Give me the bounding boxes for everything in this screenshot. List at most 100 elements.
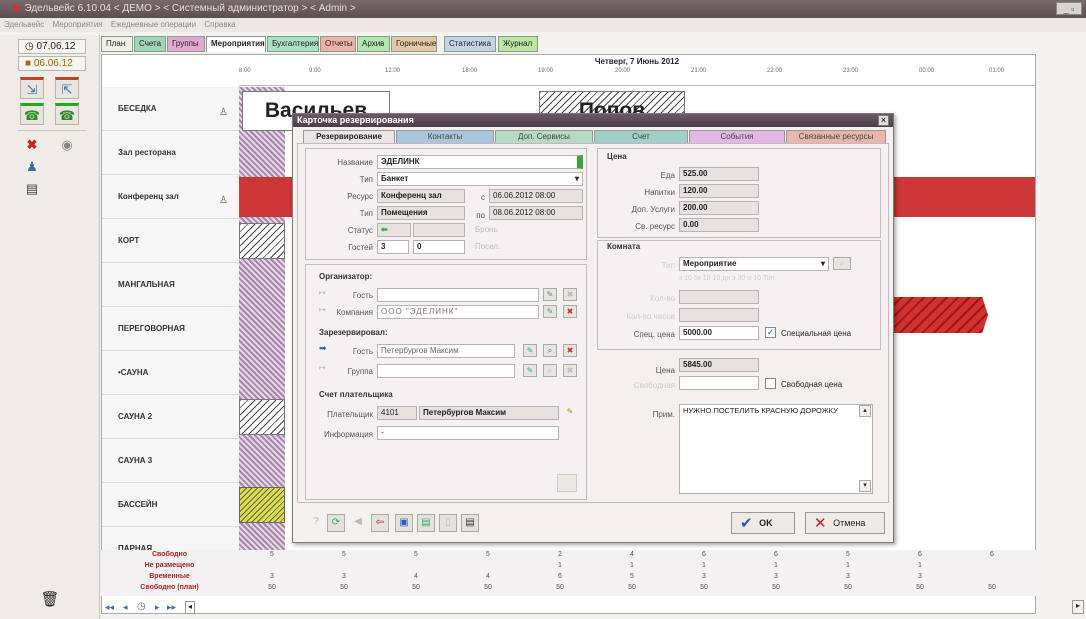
row-label[interactable]: ПАРНАЯ bbox=[102, 527, 239, 553]
reserved-guest-field[interactable]: Петербургов Максим bbox=[377, 344, 515, 358]
back-icon[interactable]: ◀ bbox=[349, 514, 367, 532]
event-pool[interactable] bbox=[239, 487, 285, 523]
guests-children-stepper[interactable]: 0 bbox=[413, 240, 465, 254]
close-icon[interactable]: × bbox=[878, 115, 889, 126]
help-icon[interactable]: ? bbox=[307, 514, 325, 532]
folder-icon[interactable]: ✎ bbox=[563, 406, 577, 419]
checkin-button[interactable]: Посел. bbox=[475, 242, 500, 251]
delete-icon[interactable]: ✖ bbox=[563, 288, 577, 301]
tab-journal[interactable]: Журнал bbox=[498, 36, 538, 52]
ok-button[interactable]: ✔ OK bbox=[731, 512, 795, 534]
row-label[interactable]: •САУНА bbox=[102, 351, 239, 395]
tab-archive[interactable]: Архив bbox=[357, 36, 390, 52]
business-date[interactable]: ■ 06.06.12 bbox=[18, 56, 86, 71]
scroll-down-icon[interactable]: ▾ bbox=[859, 480, 871, 492]
print-button[interactable]: ▤ bbox=[20, 179, 44, 201]
row-label[interactable]: САУНА 2 bbox=[102, 395, 239, 439]
status-field[interactable]: ⬅ bbox=[377, 223, 411, 237]
dialog-tab-events[interactable]: События bbox=[689, 130, 785, 143]
phone-button[interactable]: ☎ bbox=[20, 103, 44, 125]
last-icon[interactable]: ▸▸ bbox=[167, 602, 176, 613]
info-field[interactable]: - bbox=[377, 426, 559, 440]
payer-id-field[interactable]: 4101 bbox=[377, 406, 417, 420]
row-label[interactable]: БАССЕЙН bbox=[102, 483, 239, 527]
phone-list-button[interactable]: ☎ bbox=[55, 103, 79, 125]
special-price-checkbox[interactable]: ✓ bbox=[765, 327, 776, 338]
tab-accounting[interactable]: Бухгалтерия bbox=[267, 36, 319, 52]
kind-field[interactable]: Помещения bbox=[377, 206, 465, 220]
event-sauna2[interactable] bbox=[239, 399, 285, 435]
event-meeting-room[interactable] bbox=[892, 297, 988, 333]
free-price-checkbox[interactable] bbox=[765, 378, 776, 389]
search-icon[interactable]: ⌕ bbox=[543, 364, 557, 377]
delete-icon[interactable]: ✖ bbox=[563, 305, 577, 318]
date-to-field[interactable]: 08.06.2012 08:00 bbox=[489, 206, 583, 220]
tab-plan[interactable]: План bbox=[101, 36, 133, 52]
dialog-tab-resources[interactable]: Связанные ресурсы bbox=[786, 130, 886, 143]
printer-icon[interactable]: ▤ bbox=[461, 514, 479, 532]
copy-icon[interactable]: ▤ bbox=[417, 514, 435, 532]
room-type-select[interactable]: Мероприятие ▾ bbox=[679, 257, 829, 271]
window-controls[interactable]: _ ▫ bbox=[1056, 2, 1082, 15]
date-from-field[interactable]: 06.06.2012 08:00 bbox=[489, 189, 583, 203]
tab-events[interactable]: Мероприятия bbox=[206, 36, 266, 52]
search-icon[interactable]: ⌕ bbox=[833, 257, 851, 270]
first-icon[interactable]: ◂◂ bbox=[105, 602, 114, 613]
tab-groups[interactable]: Группы bbox=[167, 36, 205, 52]
scroll-left-button[interactable]: ◂ bbox=[185, 601, 195, 614]
tab-statistics[interactable]: Статистика bbox=[444, 36, 496, 52]
reserved-group-field[interactable] bbox=[377, 364, 515, 378]
delete-button[interactable]: ✖ bbox=[20, 135, 44, 157]
reserve-button[interactable]: Бронь bbox=[475, 225, 498, 234]
organizer-company-field[interactable]: ООО "ЭДЕЛИНК" bbox=[377, 305, 539, 319]
save-icon[interactable]: ▣ bbox=[395, 514, 413, 532]
today-icon[interactable]: ◷ bbox=[137, 601, 146, 612]
row-label[interactable]: МАНГАЛЬНАЯ bbox=[102, 263, 239, 307]
event-court[interactable] bbox=[239, 223, 285, 259]
row-label[interactable]: ПЕРЕГОВОРНАЯ bbox=[102, 307, 239, 351]
scroll-up-icon[interactable]: ▴ bbox=[859, 405, 871, 417]
menu-item-edelweiss[interactable]: Эдельвейс bbox=[4, 20, 44, 29]
user-button[interactable]: ♟ bbox=[20, 157, 44, 179]
delete-icon[interactable]: ✖ bbox=[563, 344, 577, 357]
document-icon[interactable]: ▯ bbox=[439, 514, 457, 532]
row-label[interactable]: Зал ресторана bbox=[102, 131, 239, 175]
row-label[interactable]: КОРТ bbox=[102, 219, 239, 263]
resource-field[interactable]: Конференц зал bbox=[377, 189, 465, 203]
prev-icon[interactable]: ◂ bbox=[123, 602, 128, 613]
dialog-tab-reservation[interactable]: Резервирование bbox=[303, 130, 395, 143]
organizer-guest-field[interactable] bbox=[377, 288, 539, 302]
dialog-tab-services[interactable]: Доп. Сервисы bbox=[495, 130, 593, 143]
guests-stepper[interactable]: 3 bbox=[377, 240, 409, 254]
departure-button[interactable]: ⇱ bbox=[55, 77, 79, 99]
lock-button[interactable]: ◉ bbox=[55, 135, 79, 157]
dialog-tab-bill[interactable]: Счет bbox=[594, 130, 688, 143]
edit-icon[interactable]: ✎ bbox=[523, 364, 537, 377]
arrival-button[interactable]: ⇲ bbox=[20, 77, 44, 99]
special-price-field[interactable]: 5000.00 bbox=[679, 326, 759, 340]
edit-icon[interactable]: ✎ bbox=[543, 305, 557, 318]
edit-icon[interactable]: ✎ bbox=[543, 288, 557, 301]
tab-housekeeping[interactable]: Горничные bbox=[391, 36, 437, 52]
exit-icon[interactable]: ⇦ bbox=[371, 514, 389, 532]
delete-icon[interactable]: ✖ bbox=[563, 364, 577, 377]
current-date[interactable]: ◷ 07.06.12 bbox=[18, 39, 86, 54]
attach-button[interactable] bbox=[557, 474, 577, 492]
tab-accounts[interactable]: Счета bbox=[134, 36, 166, 52]
type-select[interactable]: Банкет ▾ bbox=[377, 172, 583, 186]
menu-item-daily[interactable]: Ежедневные операции bbox=[111, 20, 196, 29]
next-icon[interactable]: ▸ bbox=[155, 602, 160, 613]
note-textarea[interactable]: НУЖНО ПОСТЕЛИТЬ КРАСНУЮ ДОРОЖКУ bbox=[679, 404, 873, 494]
dialog-tab-contacts[interactable]: Контакты bbox=[396, 130, 494, 143]
trash-button[interactable]: 🗑 bbox=[38, 590, 62, 612]
name-field[interactable]: ЭДЕЛИНК bbox=[377, 155, 583, 169]
scroll-right-button[interactable]: ▸ bbox=[1072, 600, 1084, 614]
payer-name-field[interactable]: Петербургов Максим bbox=[419, 406, 559, 420]
search-icon[interactable]: ⌕ bbox=[543, 344, 557, 357]
tab-reports[interactable]: Отчеты bbox=[320, 36, 356, 52]
edit-icon[interactable]: ✎ bbox=[523, 344, 537, 357]
free-price-field[interactable] bbox=[679, 376, 759, 390]
cancel-button[interactable]: ✕ Отмена bbox=[805, 512, 885, 534]
menu-item-help[interactable]: Справка bbox=[204, 20, 235, 29]
menu-item-events[interactable]: Мероприятия bbox=[52, 20, 102, 29]
